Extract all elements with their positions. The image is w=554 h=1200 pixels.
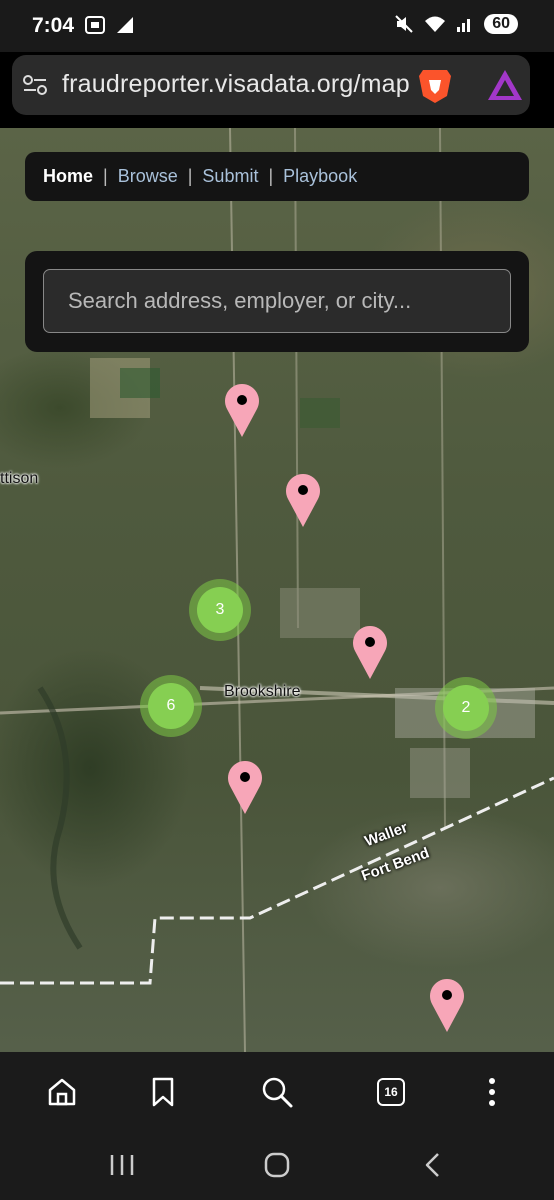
signal-bolt-icon: [117, 17, 133, 33]
nav-separator: |: [268, 166, 274, 186]
back-icon: [425, 1153, 439, 1177]
nav-submit-link[interactable]: Submit: [196, 166, 264, 187]
cell-signal-icon: [457, 19, 471, 32]
recents-icon: [110, 1155, 134, 1175]
wifi-icon: [425, 16, 446, 32]
url-text[interactable]: fraudreporter.visadata.org/map: [62, 70, 410, 99]
status-bar: 7:04 60: [0, 0, 554, 52]
browser-toolbar: 16: [0, 1052, 554, 1128]
search-input[interactable]: [43, 269, 511, 333]
search-button[interactable]: [257, 1072, 297, 1112]
tab-count: 16: [377, 1078, 405, 1106]
search-icon: [262, 1077, 293, 1108]
map-marker[interactable]: [351, 625, 389, 681]
cluster-count: 2: [443, 685, 489, 731]
home-circle-icon: [264, 1152, 290, 1178]
map-marker[interactable]: [428, 978, 466, 1034]
map-cluster[interactable]: 6: [140, 675, 202, 737]
bookmark-icon: [152, 1077, 174, 1107]
map-label-brookshire: Brookshire: [224, 683, 301, 700]
nav-browse-link[interactable]: Browse: [112, 166, 184, 187]
nav-playbook-link[interactable]: Playbook: [277, 166, 363, 187]
screenshot-icon: [85, 16, 105, 34]
system-nav-bar: [0, 1128, 554, 1200]
more-icon: [489, 1078, 495, 1106]
brave-rewards-icon[interactable]: [486, 68, 524, 102]
nav-separator: |: [187, 166, 193, 186]
map-label-mattison: ttison: [0, 470, 39, 487]
map-marker[interactable]: [223, 383, 261, 439]
tabs-button[interactable]: 16: [371, 1072, 411, 1112]
brave-shields-icon[interactable]: [417, 66, 453, 104]
menu-button[interactable]: [472, 1072, 512, 1112]
nav-separator: |: [103, 166, 108, 186]
home-icon: [48, 1078, 76, 1106]
back-button[interactable]: [412, 1148, 452, 1182]
site-nav: Home | Browse | Submit | Playbook: [25, 152, 529, 201]
recents-button[interactable]: [102, 1148, 142, 1182]
mute-icon: [395, 15, 413, 33]
cluster-count: 3: [197, 587, 243, 633]
map-cluster[interactable]: 2: [435, 677, 497, 739]
status-time: 7:04: [32, 14, 75, 37]
map-marker[interactable]: [284, 473, 322, 529]
battery-indicator: 60: [484, 14, 518, 34]
search-panel: [25, 251, 529, 352]
home-button[interactable]: [42, 1072, 82, 1112]
map-marker[interactable]: [226, 760, 264, 816]
bookmark-button[interactable]: [143, 1072, 183, 1112]
nav-home-link[interactable]: Home: [37, 166, 99, 187]
system-home-button[interactable]: [257, 1148, 297, 1182]
map-cluster[interactable]: 3: [189, 579, 251, 641]
cluster-count: 6: [148, 683, 194, 729]
url-bar[interactable]: fraudreporter.visadata.org/map: [12, 55, 530, 115]
site-settings-icon[interactable]: [22, 73, 48, 97]
